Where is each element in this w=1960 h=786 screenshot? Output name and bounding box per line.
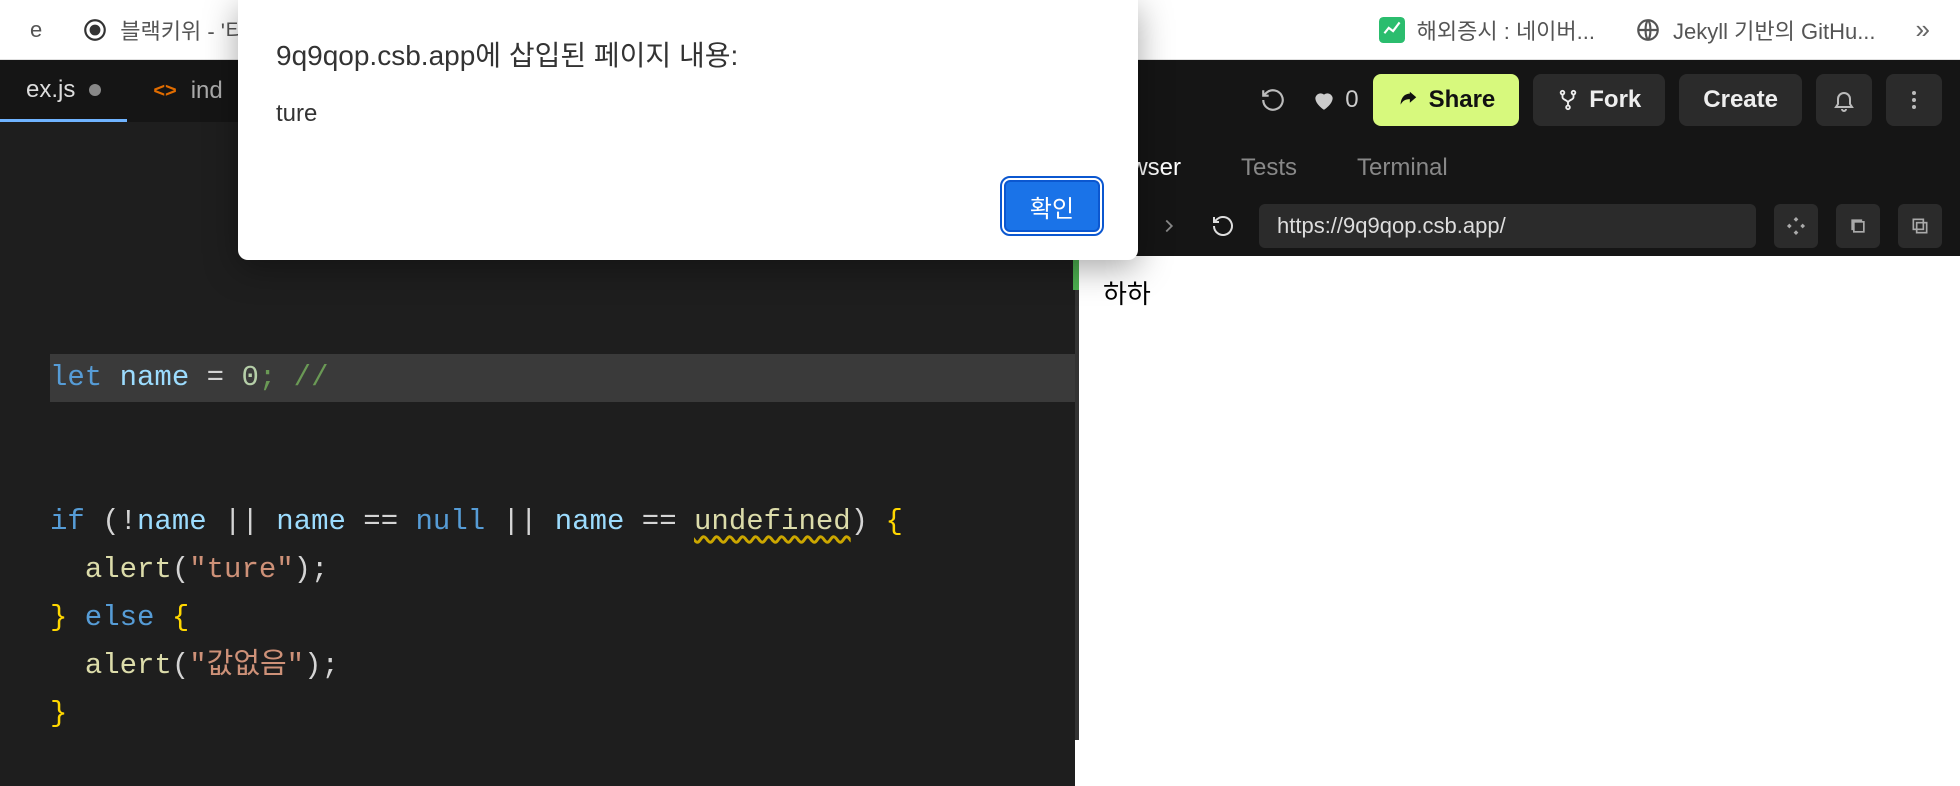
- tab-tests[interactable]: Tests: [1241, 154, 1297, 182]
- panel-tabs: rowser Tests Terminal: [1079, 140, 1960, 196]
- tab-label: 해외증시 : 네이버...: [1417, 14, 1595, 46]
- chevron-right-icon: [1158, 215, 1180, 237]
- right-column: 0 Share Fork Create rowser: [1075, 60, 1960, 740]
- preview-pane: 하하: [1079, 256, 1960, 740]
- tabs-overflow-chevron-icon[interactable]: »: [1896, 14, 1950, 45]
- tab-terminal[interactable]: Terminal: [1357, 154, 1448, 182]
- editor-tab-active[interactable]: ex.js: [0, 60, 127, 122]
- diamond-grid-icon: [1786, 216, 1806, 236]
- notifications-button[interactable]: [1816, 74, 1872, 126]
- reload-button[interactable]: [1249, 76, 1297, 124]
- radio-icon: [82, 17, 108, 43]
- editor-tab-second[interactable]: <> ind: [127, 60, 248, 122]
- editor-tab-label: ex.js: [26, 76, 75, 104]
- create-button[interactable]: Create: [1679, 74, 1802, 126]
- reload-icon: [1211, 214, 1235, 238]
- html-file-icon: <>: [153, 80, 176, 103]
- window-icon: [1848, 216, 1868, 236]
- nav-reload-button[interactable]: [1205, 208, 1241, 244]
- browser-tab-partial-left[interactable]: e: [10, 0, 62, 59]
- more-menu-button[interactable]: [1886, 74, 1942, 126]
- tab-label: Terminal: [1357, 154, 1448, 181]
- unsaved-dot-icon: [89, 84, 101, 96]
- bell-icon: [1832, 88, 1856, 112]
- tab-label: 블랙키위 - '티: [120, 14, 245, 46]
- alert-actions: 확인: [276, 180, 1100, 232]
- kebab-icon: [1902, 88, 1926, 112]
- likes-count: 0: [1345, 86, 1358, 114]
- sandbox-topbar: 0 Share Fork Create: [1079, 60, 1960, 140]
- browser-tab-naver-stock[interactable]: 해외증시 : 네이버...: [1359, 0, 1615, 59]
- browser-tab-blackkiwi[interactable]: 블랙키위 - '티: [62, 0, 265, 59]
- editor-tab-label: ind: [191, 77, 223, 105]
- chart-icon: [1379, 17, 1405, 43]
- alert-header: 9q9qop.csb.app에 삽입된 페이지 내용:: [276, 34, 1100, 74]
- globe-icon: [1635, 17, 1661, 43]
- share-arrow-icon: [1397, 89, 1419, 111]
- browser-tab-jekyll[interactable]: Jekyll 기반의 GitHu...: [1615, 0, 1896, 59]
- fork-button[interactable]: Fork: [1533, 74, 1665, 126]
- tab-label: Tests: [1241, 154, 1297, 181]
- js-alert-dialog: 9q9qop.csb.app에 삽입된 페이지 내용: ture 확인: [238, 0, 1138, 260]
- preview-url-input[interactable]: [1259, 204, 1756, 248]
- heart-icon: [1311, 87, 1337, 113]
- external-icon: [1910, 216, 1930, 236]
- likes[interactable]: 0: [1311, 86, 1358, 114]
- alert-body: ture: [276, 100, 1100, 128]
- tab-label: e: [30, 17, 42, 43]
- new-window-button[interactable]: [1836, 204, 1880, 248]
- create-label: Create: [1703, 86, 1778, 114]
- fork-icon: [1557, 89, 1579, 111]
- preview-url-bar: [1079, 196, 1960, 256]
- nav-forward-button[interactable]: [1151, 208, 1187, 244]
- tab-label: Jekyll 기반의 GitHu...: [1673, 14, 1876, 46]
- share-button[interactable]: Share: [1373, 74, 1520, 126]
- open-external-button[interactable]: [1898, 204, 1942, 248]
- alert-ok-button[interactable]: 확인: [1004, 180, 1100, 232]
- share-label: Share: [1429, 86, 1496, 114]
- preview-text: 하하: [1103, 279, 1151, 309]
- fork-label: Fork: [1589, 86, 1641, 114]
- devtools-button[interactable]: [1774, 204, 1818, 248]
